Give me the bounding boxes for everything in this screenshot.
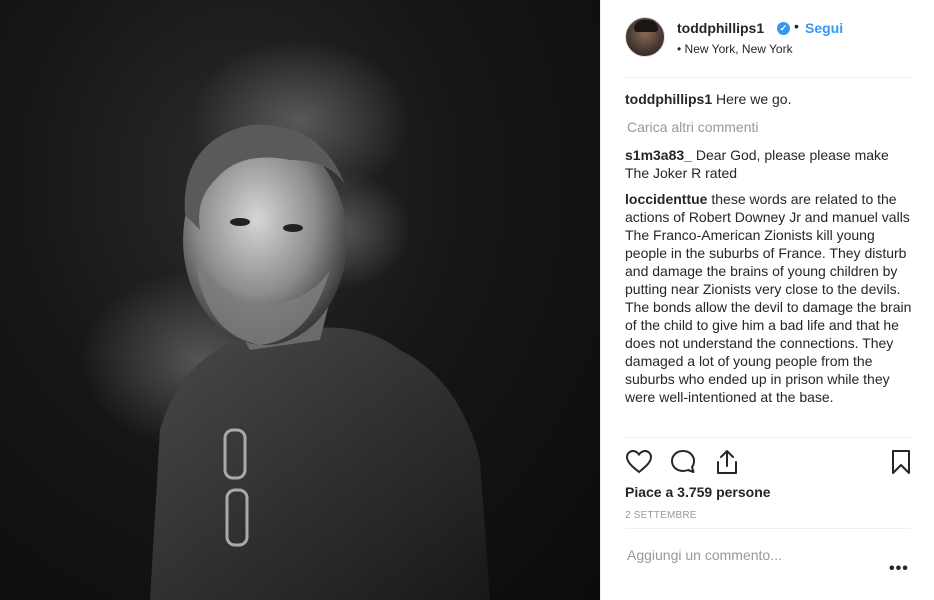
comment-icon[interactable] <box>669 448 697 476</box>
portrait-illustration <box>80 40 490 600</box>
caption: toddphillips1 Here we go. <box>625 90 915 108</box>
comment-item: loccidenttue these words are related to … <box>625 190 915 406</box>
actions-divider <box>625 437 911 438</box>
follow-button[interactable]: Segui <box>805 20 843 36</box>
heart-icon[interactable] <box>625 448 653 476</box>
comment-item: s1m3a83_ Dear God, please please make Th… <box>625 146 915 182</box>
load-more-comments-button[interactable]: Carica altri commenti <box>627 118 915 136</box>
caption-username[interactable]: toddphillips1 <box>625 91 712 107</box>
comment-divider <box>625 528 911 529</box>
header-separator: • <box>794 18 799 34</box>
post-side-panel: toddphillips1 ✓ • Segui • New York, New … <box>600 0 934 600</box>
header-username[interactable]: toddphillips1 <box>677 20 764 36</box>
post-date: 2 SETTEMBRE <box>625 510 697 521</box>
likes-count[interactable]: Piace a 3.759 persone <box>625 484 771 500</box>
caption-text: Here we go. <box>716 91 792 107</box>
share-icon[interactable] <box>713 448 741 476</box>
comment-username[interactable]: loccidenttue <box>625 191 707 207</box>
bookmark-icon[interactable] <box>887 448 915 476</box>
comments-list: toddphillips1 Here we go. Carica altri c… <box>625 90 915 414</box>
avatar[interactable] <box>625 17 665 57</box>
instagram-post: toddphillips1 ✓ • Segui • New York, New … <box>0 0 934 600</box>
post-photo[interactable] <box>0 0 600 600</box>
more-options-button[interactable]: ••• <box>889 560 909 578</box>
verified-badge-icon: ✓ <box>777 22 790 35</box>
comment-username[interactable]: s1m3a83_ <box>625 147 692 163</box>
location-link[interactable]: • New York, New York <box>677 42 793 56</box>
location-text: New York, New York <box>684 42 793 56</box>
location-dot: • <box>677 42 682 56</box>
action-bar <box>625 448 915 476</box>
header-divider <box>625 77 911 78</box>
add-comment-input[interactable]: Aggiungi un commento... <box>627 547 782 563</box>
post-header: toddphillips1 ✓ • Segui • New York, New … <box>601 0 934 78</box>
comment-text-continued: The Franco-American Zionists kill young … <box>625 227 912 405</box>
